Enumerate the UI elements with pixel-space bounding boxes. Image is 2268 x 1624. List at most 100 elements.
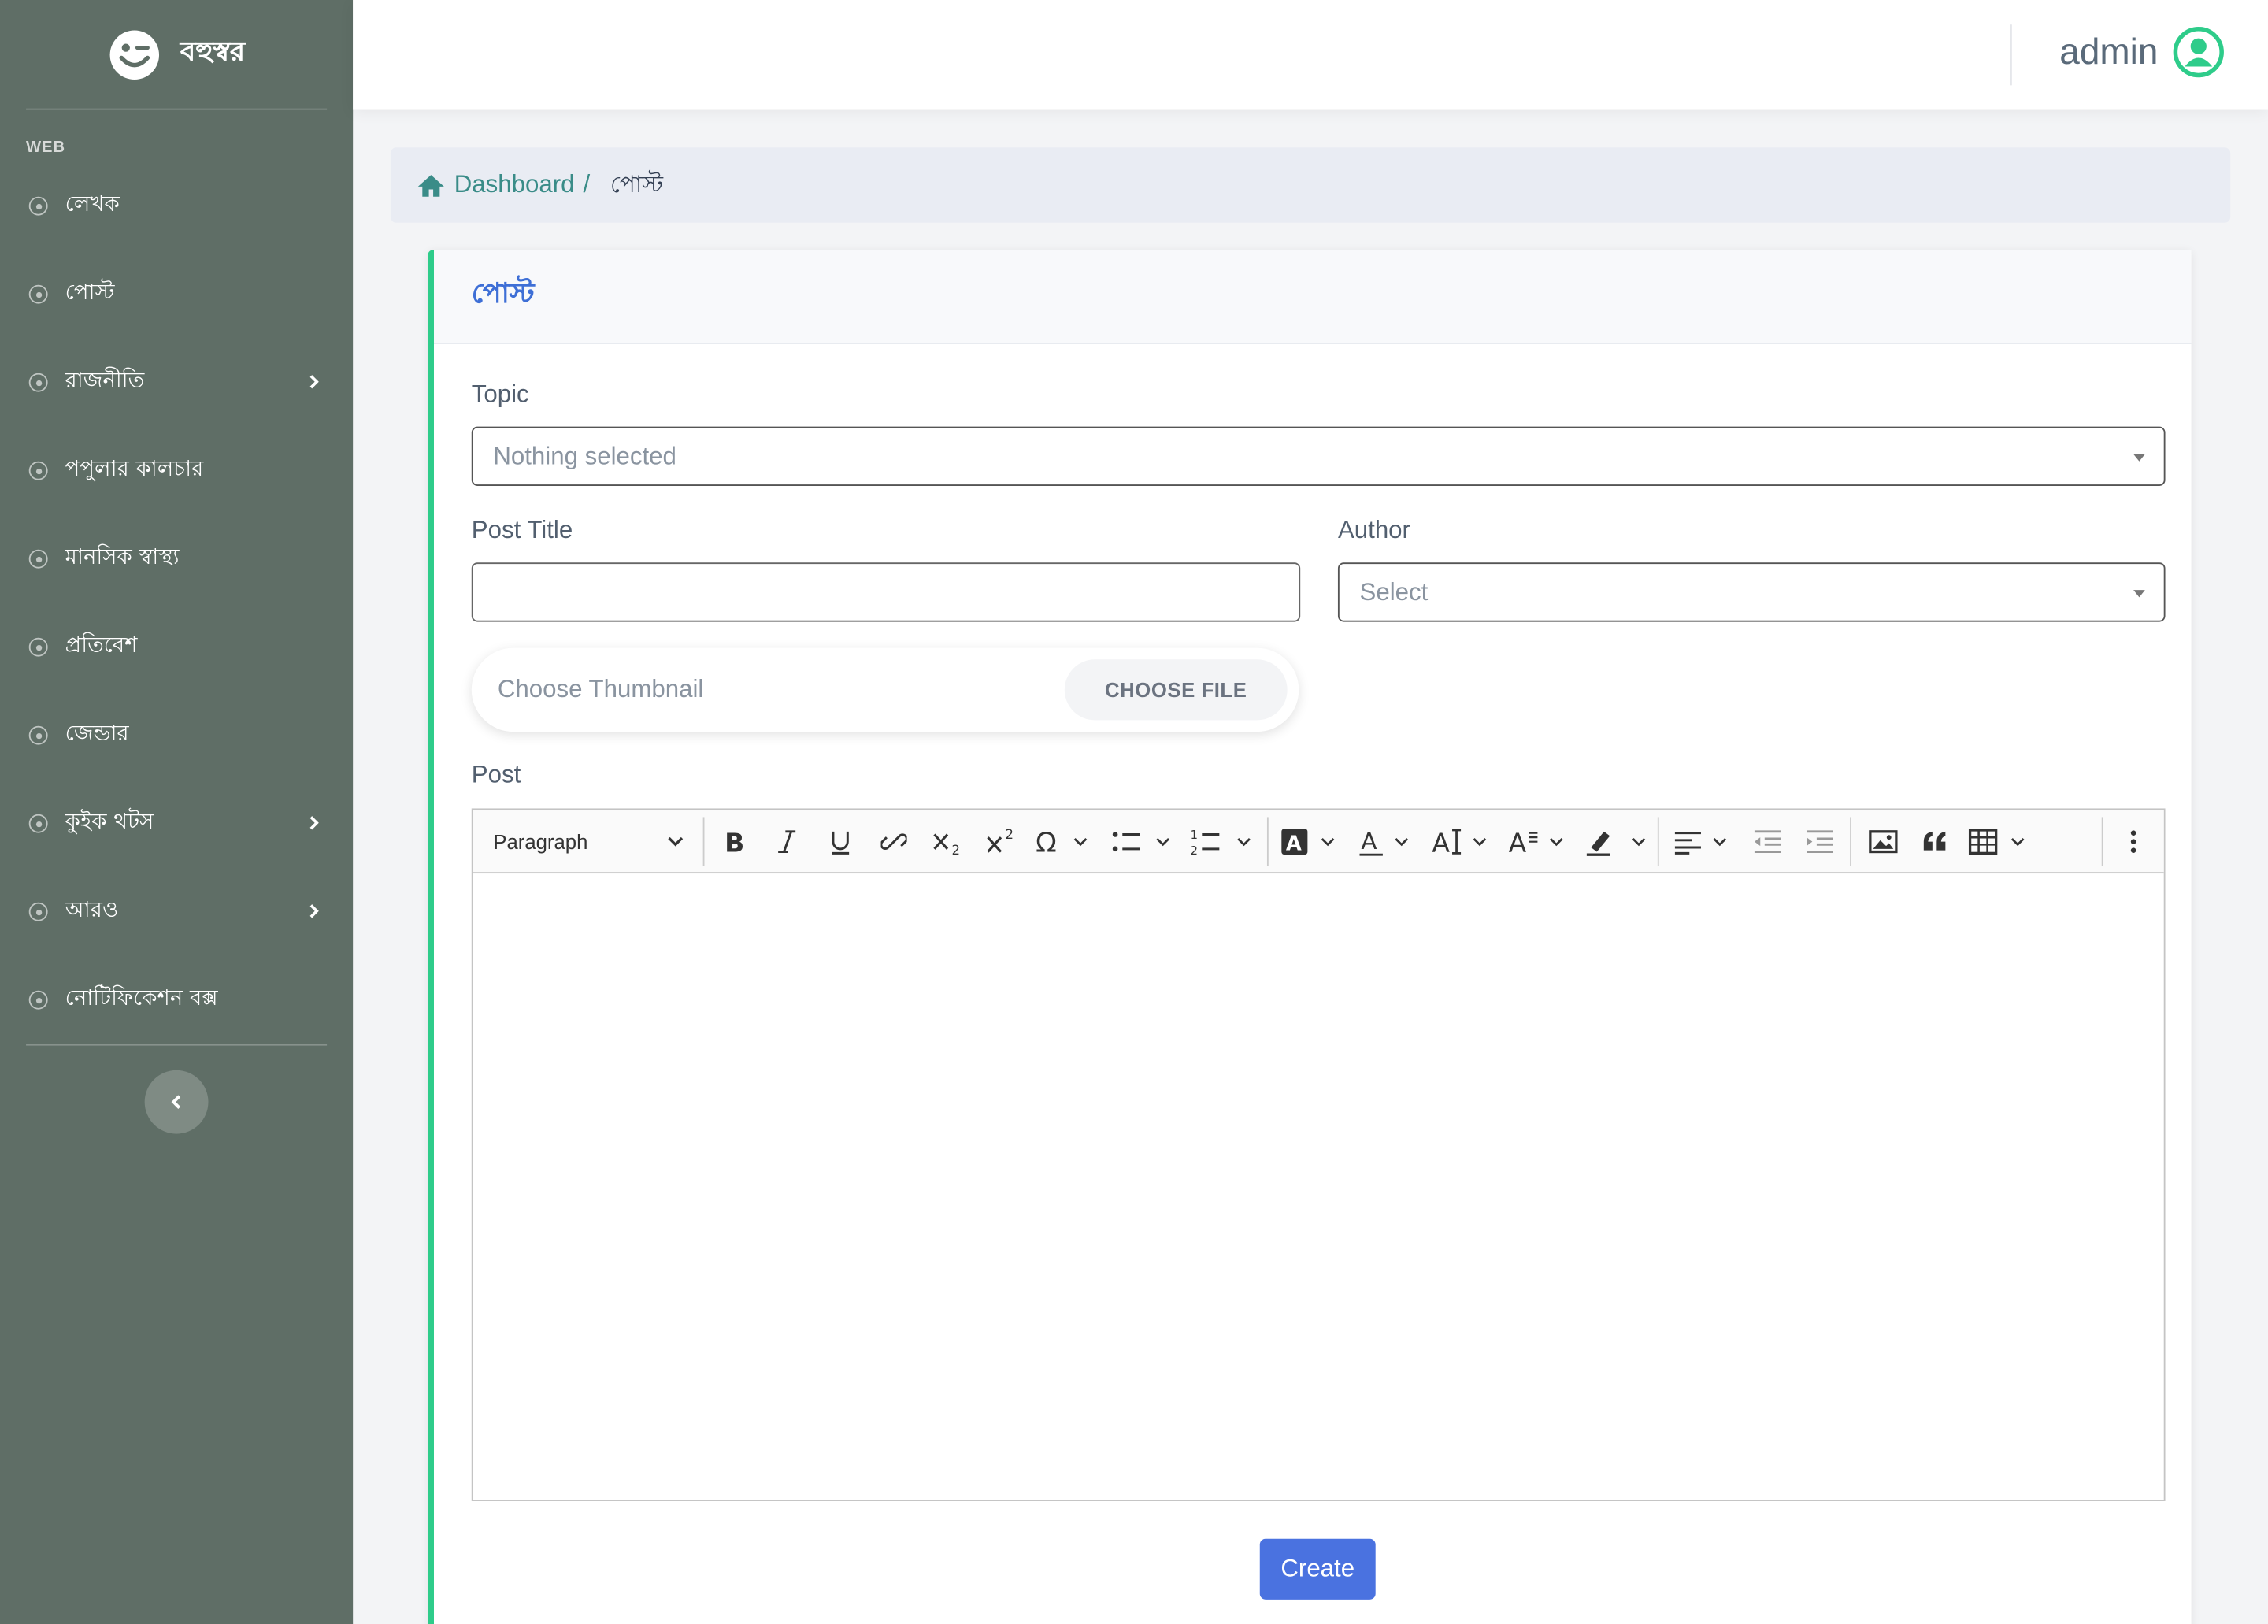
outdent-icon[interactable] <box>1747 810 1788 873</box>
brand-name: বহুস্বর <box>180 35 246 68</box>
font-background-icon[interactable]: A <box>1280 810 1337 873</box>
font-color-icon[interactable]: A <box>1357 810 1414 873</box>
sidebar-item-gender[interactable]: জেন্ডার <box>0 691 353 780</box>
logo-wink-icon <box>109 29 159 80</box>
circle-dot-icon <box>28 461 48 480</box>
indent-icon[interactable] <box>1799 810 1840 873</box>
sidebar-item-writers[interactable]: লেখক <box>0 162 353 250</box>
font-family-icon[interactable]: A <box>1509 810 1569 873</box>
sidebar-item-label: নোটিফিকেশন বক্স <box>65 984 218 1011</box>
chevron-down-icon <box>668 836 684 847</box>
author-select[interactable]: Select <box>1337 562 2166 622</box>
svg-text:A: A <box>1286 832 1302 856</box>
special-char-icon[interactable]: Ω <box>1034 810 1091 873</box>
post-title-input[interactable] <box>471 562 1301 622</box>
breadcrumb-separator: / <box>583 170 591 198</box>
sidebar-item-more[interactable]: আরও <box>0 868 353 956</box>
editor-content-area[interactable] <box>473 873 2164 1500</box>
author-label: Author <box>1337 516 1410 544</box>
chevron-right-icon <box>309 904 319 918</box>
sidebar-item-label: রাজনীতি <box>65 367 145 394</box>
paragraph-style-dropdown[interactable]: Paragraph <box>493 810 684 873</box>
sidebar-item-label: লেখক <box>65 191 120 217</box>
app-root: বহুস্বর WEB লেখক পোস্ট রাজনীতি পপুলার কা… <box>0 0 2268 1624</box>
topic-label: Topic <box>471 380 529 408</box>
post-form-card: পোস্ট Topic Nothing selected Post Title … <box>428 250 2192 1624</box>
sidebar-item-label: পপুলার কালচার <box>65 455 204 482</box>
italic-icon[interactable] <box>768 810 806 873</box>
chevron-right-icon <box>309 375 319 389</box>
underline-icon[interactable] <box>821 810 859 873</box>
user-menu[interactable]: admin <box>2059 26 2225 78</box>
toolbar-separator <box>1266 817 1269 866</box>
sidebar-item-environment[interactable]: প্রতিবেশ <box>0 603 353 691</box>
table-icon[interactable] <box>1968 810 2033 873</box>
align-icon[interactable] <box>1672 810 1732 873</box>
subscript-icon[interactable]: 2 <box>927 810 967 873</box>
sidebar-item-posts[interactable]: পোস্ট <box>0 250 353 339</box>
sidebar-item-quick-thoughts[interactable]: কুইক থটস <box>0 780 353 868</box>
create-button[interactable]: Create <box>1259 1538 1376 1600</box>
numbered-list-icon[interactable]: 12 <box>1191 810 1254 873</box>
author-select-value: Select <box>1359 577 1429 606</box>
svg-text:2: 2 <box>1006 827 1014 842</box>
sidebar-collapse-button[interactable] <box>144 1070 209 1134</box>
toolbar-separator <box>2101 817 2103 866</box>
bold-icon[interactable]: B <box>716 810 754 873</box>
user-circle-icon <box>2173 26 2224 78</box>
chevron-right-icon <box>309 816 319 830</box>
circle-dot-icon <box>28 814 48 833</box>
font-size-icon[interactable]: A <box>1432 810 1492 873</box>
sidebar-item-label: কুইক থটস <box>65 808 154 835</box>
sidebar-item-label: মানসিক স্বাস্থ্য <box>65 543 180 570</box>
card-title: পোস্ট <box>471 277 535 310</box>
circle-dot-icon <box>28 549 48 569</box>
card-header: পোস্ট <box>434 250 2192 345</box>
user-name: admin <box>2059 31 2159 72</box>
post-title-label: Post Title <box>471 516 573 544</box>
toolbar-separator <box>1657 817 1659 866</box>
thumbnail-placeholder: Choose Thumbnail <box>497 675 704 703</box>
topbar-divider <box>2010 24 2012 86</box>
svg-text:B: B <box>724 829 744 855</box>
blockquote-icon[interactable] <box>1915 810 1955 873</box>
svg-text:2: 2 <box>952 843 961 856</box>
circle-dot-icon <box>28 196 48 216</box>
sidebar-item-mental-health[interactable]: মানসিক স্বাস্থ্য <box>0 515 353 603</box>
toolbar-separator <box>1850 817 1851 866</box>
brand[interactable]: বহুস্বর <box>26 0 328 110</box>
bulleted-list-icon[interactable] <box>1111 810 1175 873</box>
svg-text:Ω: Ω <box>1036 829 1057 855</box>
more-vertical-icon[interactable] <box>2113 810 2153 873</box>
breadcrumb-dashboard-link[interactable]: Dashboard <box>454 171 575 200</box>
sidebar-item-politics[interactable]: রাজনীতি <box>0 339 353 427</box>
circle-dot-icon <box>28 725 48 745</box>
breadcrumb-current: পোস্ট <box>610 169 663 198</box>
choose-file-button[interactable]: CHOOSE FILE <box>1064 659 1288 721</box>
circle-dot-icon <box>28 373 48 392</box>
rich-text-editor: Paragraph B 2 2 Ω 1 2 A A A A <box>471 808 2166 1501</box>
nav-divider <box>26 1044 328 1046</box>
sidebar-item-label: আরও <box>65 896 119 923</box>
sidebar: বহুস্বর WEB লেখক পোস্ট রাজনীতি পপুলার কা… <box>0 0 354 1624</box>
svg-text:A: A <box>1509 828 1527 857</box>
sidebar-item-popular-culture[interactable]: পপুলার কালচার <box>0 427 353 515</box>
thumbnail-file-input[interactable]: Choose Thumbnail CHOOSE FILE <box>471 647 1299 732</box>
caret-down-icon <box>2133 454 2145 462</box>
caret-down-icon <box>2133 590 2145 598</box>
nav-heading: WEB <box>26 139 65 157</box>
svg-text:A: A <box>1361 828 1377 855</box>
highlight-icon[interactable] <box>1584 810 1650 873</box>
link-icon[interactable] <box>875 810 913 873</box>
breadcrumb: Dashboard / পোস্ট <box>390 147 2231 223</box>
sidebar-item-notification-box[interactable]: নোটিফিকেশন বক্স <box>0 956 353 1044</box>
superscript-icon[interactable]: 2 <box>980 810 1021 873</box>
home-icon[interactable] <box>417 172 446 197</box>
topbar: admin <box>353 0 2268 110</box>
toolbar-separator <box>702 817 705 866</box>
image-icon[interactable] <box>1863 810 1903 873</box>
circle-dot-icon <box>28 990 48 1010</box>
topic-select[interactable]: Nothing selected <box>471 426 2166 486</box>
post-label: Post <box>471 760 521 788</box>
chevron-left-icon <box>171 1095 181 1109</box>
